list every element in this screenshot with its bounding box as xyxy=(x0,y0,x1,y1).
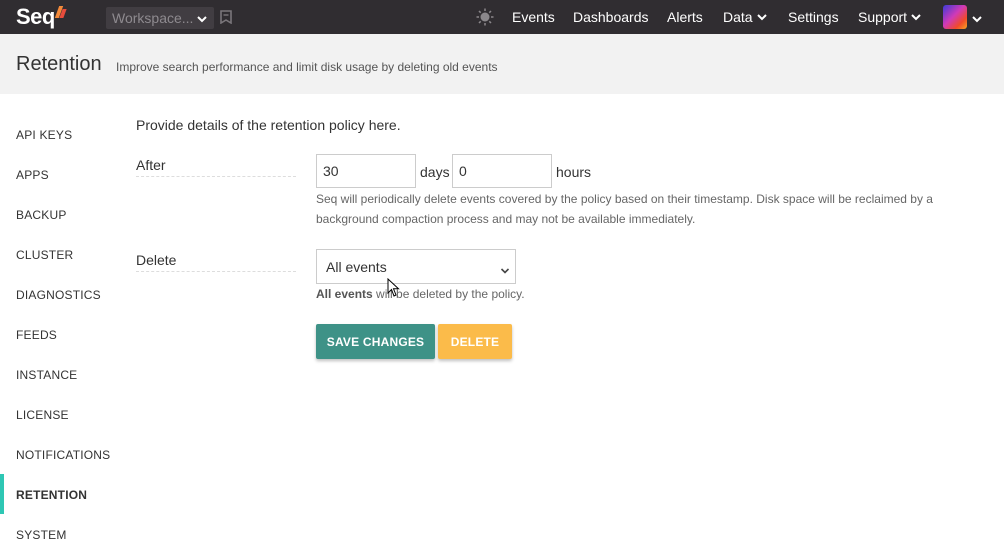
nav-settings[interactable]: Settings xyxy=(788,9,839,25)
workspace-pin-icon[interactable] xyxy=(220,10,232,29)
nav-data-label: Data xyxy=(723,9,753,25)
chevron-down-icon xyxy=(500,263,510,279)
chevron-down-icon xyxy=(756,14,767,21)
workspace-label: Workspace... xyxy=(112,10,194,26)
nav-dashboards[interactable]: Dashboards xyxy=(573,9,649,25)
page-title: Retention xyxy=(16,53,102,75)
sidebar-item-apps[interactable]: APPS xyxy=(16,168,49,182)
delete-help-text: All events will be deleted by the policy… xyxy=(316,284,956,304)
sidebar-item-api-keys[interactable]: API KEYS xyxy=(16,128,72,142)
active-indicator xyxy=(0,474,4,514)
theme-toggle-icon[interactable] xyxy=(476,8,494,31)
sidebar-item-backup[interactable]: BACKUP xyxy=(16,208,67,222)
chevron-down-icon xyxy=(196,12,208,30)
chevron-down-icon xyxy=(911,14,921,21)
hours-input[interactable] xyxy=(452,154,552,188)
sidebar-item-system[interactable]: SYSTEM xyxy=(16,528,67,542)
sidebar-item-diagnostics[interactable]: DIAGNOSTICS xyxy=(16,288,101,302)
sidebar-item-license[interactable]: LICENSE xyxy=(16,408,69,422)
delete-button[interactable]: DELETE xyxy=(438,324,512,359)
logo-text: Seq xyxy=(16,4,55,29)
nav-support-label: Support xyxy=(858,9,908,25)
delete-scope-value: All events xyxy=(326,258,387,275)
after-help-text: Seq will periodically delete events cove… xyxy=(316,192,933,226)
seq-logo[interactable]: Seq xyxy=(16,3,67,31)
delete-scope-select[interactable]: All events xyxy=(316,249,516,284)
mouse-cursor-icon xyxy=(387,277,400,303)
nav-events[interactable]: Events xyxy=(512,9,555,25)
nav-alerts[interactable]: Alerts xyxy=(667,9,703,25)
page-header: Retention Improve search performance and… xyxy=(0,34,1004,94)
sidebar-item-instance[interactable]: INSTANCE xyxy=(16,368,77,382)
save-changes-button[interactable]: SAVE CHANGES xyxy=(316,324,435,359)
top-bar: Seq Workspace... Events Dashboards Alert… xyxy=(0,0,1004,34)
sidebar-item-cluster[interactable]: CLUSTER xyxy=(16,248,73,262)
logo-mark-icon xyxy=(54,6,67,18)
after-label: After xyxy=(136,157,296,177)
sidebar-item-retention[interactable]: RETENTION xyxy=(16,488,87,502)
user-avatar[interactable] xyxy=(943,5,967,29)
delete-label: Delete xyxy=(136,252,296,272)
nav-support[interactable]: Support xyxy=(858,9,922,25)
days-unit: days xyxy=(420,164,450,180)
nav-data[interactable]: Data xyxy=(723,9,768,25)
sidebar-item-notifications[interactable]: NOTIFICATIONS xyxy=(16,448,110,462)
days-input[interactable] xyxy=(316,154,416,188)
chevron-down-icon[interactable] xyxy=(971,12,983,30)
intro-text: Provide details of the retention policy … xyxy=(136,117,401,133)
hours-unit: hours xyxy=(556,164,592,180)
workspace-selector[interactable]: Workspace... xyxy=(106,7,214,29)
sidebar-item-feeds[interactable]: FEEDS xyxy=(16,328,57,342)
delete-help-strong: All events xyxy=(316,287,373,301)
page-subtitle: Improve search performance and limit dis… xyxy=(116,60,498,74)
